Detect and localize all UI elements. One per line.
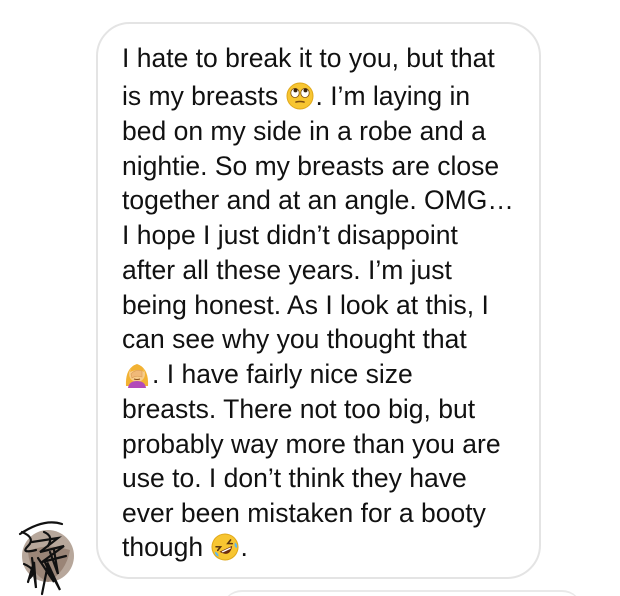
woman-facepalming-icon <box>123 360 151 388</box>
message-line: I hope I just didn’t disappoint <box>122 220 458 250</box>
sender-avatar[interactable] <box>14 512 76 596</box>
message-line: . I have fairly nice size <box>122 357 413 391</box>
message-line: probably way more than you are <box>122 429 501 459</box>
message-line: use to. I don’t think they have <box>122 463 467 493</box>
message-line: after all these years. I’m just <box>122 255 452 285</box>
next-message-bubble-edge <box>222 590 582 596</box>
message-line: together and at an angle. OMG… <box>122 185 514 215</box>
message-line: being honest. As I look at this, I <box>122 290 489 320</box>
message-screen: I hate to break it to you, but that is m… <box>0 0 620 596</box>
message-line: can see why you thought that <box>122 324 467 354</box>
message-line: though . <box>122 530 248 564</box>
message-line: breasts. There not too big, but <box>122 394 476 424</box>
message-line: nightie. So my breasts are close <box>122 151 500 181</box>
message-line: is my breasts . I’m laying in <box>122 81 471 111</box>
message-line: I hate to break it to you, but that <box>122 43 495 73</box>
message-line: bed on my side in a robe and a <box>122 116 486 146</box>
message-line: ever been mistaken for a booty <box>122 498 486 528</box>
eye-roll-face-icon <box>286 82 314 110</box>
rolling-on-floor-laughing-icon <box>211 533 239 561</box>
